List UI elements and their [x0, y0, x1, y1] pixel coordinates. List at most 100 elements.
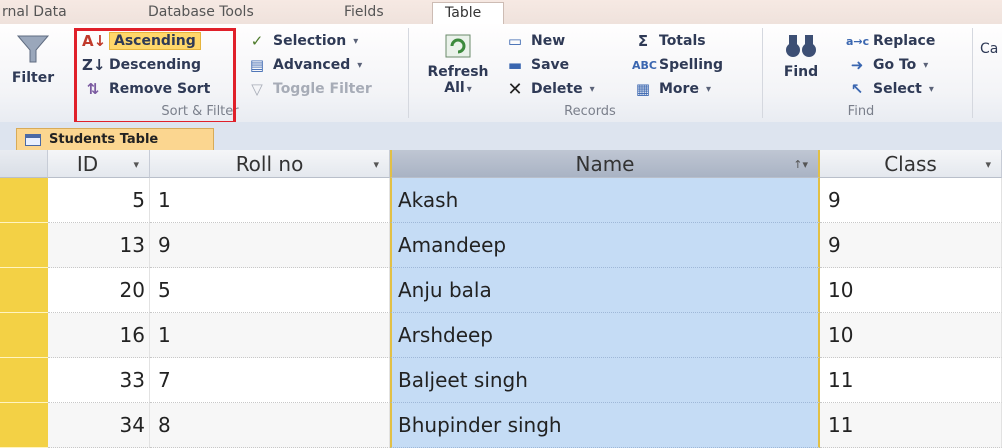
more-label: More — [659, 81, 699, 97]
chevron-down-icon: ▾ — [923, 59, 929, 71]
cell-roll-no[interactable]: 8 — [150, 403, 390, 448]
row-selector[interactable] — [0, 178, 48, 223]
totals-button[interactable]: Σ Totals — [632, 30, 706, 52]
divider — [408, 28, 409, 118]
selection-label: Selection — [273, 33, 347, 49]
delete-button[interactable]: ✕ Delete ▾ — [504, 78, 595, 100]
toggle-filter-button[interactable]: ▽ Toggle Filter — [246, 78, 372, 100]
cut-off-text: Ca — [980, 41, 999, 57]
chevron-down-icon: ▾ — [353, 35, 359, 47]
tab-database-tools[interactable]: Database Tools — [148, 4, 254, 20]
column-header-id[interactable]: ID ▾ — [48, 150, 150, 178]
cell-class[interactable]: 10 — [820, 268, 1002, 313]
chevron-down-icon[interactable]: ▾ — [373, 158, 379, 171]
chevron-down-icon: ▾ — [928, 83, 934, 95]
row-selector[interactable] — [0, 313, 48, 358]
advanced-button[interactable]: ▤ Advanced ▾ — [246, 54, 362, 76]
save-label: Save — [531, 57, 570, 73]
tab-fields[interactable]: Fields — [344, 4, 384, 20]
sigma-icon: Σ — [637, 32, 649, 50]
new-record-icon: ▭ — [507, 32, 523, 50]
chevron-down-icon: ▾ — [466, 84, 472, 95]
cell-name[interactable]: Baljeet singh — [390, 358, 820, 403]
select-label: Select — [873, 81, 922, 97]
cell-class[interactable]: 11 — [820, 403, 1002, 448]
goto-button[interactable]: ➜ Go To ▾ — [846, 54, 929, 76]
more-button[interactable]: ▦ More ▾ — [632, 78, 711, 100]
advanced-label: Advanced — [273, 57, 351, 73]
students-table-tab[interactable]: Students Table — [16, 128, 214, 150]
cell-name[interactable]: Akash — [390, 178, 820, 223]
cell-class[interactable]: 10 — [820, 313, 1002, 358]
selection-filter-icon: ✓ — [250, 32, 264, 50]
chevron-down-icon[interactable]: ▾ — [985, 158, 991, 171]
cell-id[interactable]: 34 — [48, 403, 150, 448]
cell-roll-no[interactable]: 7 — [150, 358, 390, 403]
column-header-label: Class — [884, 151, 937, 176]
find-button[interactable]: Find — [772, 32, 830, 80]
find-label: Find — [783, 64, 819, 80]
spelling-button[interactable]: ABC Spelling — [632, 54, 723, 76]
cell-roll-no[interactable]: 1 — [150, 178, 390, 223]
refresh-label: Refresh — [427, 64, 489, 80]
cell-id[interactable]: 20 — [48, 268, 150, 313]
cell-roll-no[interactable]: 9 — [150, 223, 390, 268]
cell-name[interactable]: Bhupinder singh — [390, 403, 820, 448]
filter-label: Filter — [11, 70, 55, 86]
row-selector[interactable] — [0, 358, 48, 403]
arrow-right-icon: ➜ — [850, 56, 864, 74]
new-record-button[interactable]: ▭ New — [504, 30, 565, 52]
column-header-label: ID — [76, 151, 99, 176]
object-tab-label: Students Table — [49, 132, 159, 147]
cell-name[interactable]: Amandeep — [390, 223, 820, 268]
cell-name[interactable]: Anju bala — [390, 268, 820, 313]
chevron-down-icon[interactable]: ▾ — [133, 158, 139, 171]
refresh-all-button[interactable]: Refresh All ▾ — [420, 32, 496, 96]
cell-class[interactable]: 9 — [820, 178, 1002, 223]
refresh-icon — [445, 34, 471, 58]
column-header-label: Roll no — [235, 151, 304, 176]
replace-button[interactable]: a→c Replace — [846, 30, 935, 52]
spelling-icon: ABC — [632, 58, 657, 72]
sort-ascending-icon[interactable]: ↑▾ — [793, 158, 808, 171]
chevron-down-icon: ▾ — [357, 59, 363, 71]
divider — [972, 28, 973, 118]
cell-name[interactable]: Arshdeep — [390, 313, 820, 358]
cell-id[interactable]: 33 — [48, 358, 150, 403]
cell-id[interactable]: 13 — [48, 223, 150, 268]
column-header-roll[interactable]: Roll no ▾ — [150, 150, 390, 178]
cell-id[interactable]: 5 — [48, 178, 150, 223]
column-header-label: Name — [575, 151, 635, 176]
tab-table[interactable]: Table — [432, 2, 504, 24]
records-group-label: Records — [564, 104, 616, 119]
select-button[interactable]: ↖ Select ▾ — [846, 78, 934, 100]
column-header-class[interactable]: Class ▾ — [820, 150, 1002, 178]
grid-icon: ▦ — [635, 80, 651, 98]
save-button[interactable]: ▬ Save — [504, 54, 569, 76]
cell-class[interactable]: 9 — [820, 223, 1002, 268]
cell-id[interactable]: 16 — [48, 313, 150, 358]
totals-label: Totals — [659, 33, 706, 49]
chevron-down-icon: ▾ — [589, 83, 595, 95]
cell-class[interactable]: 11 — [820, 358, 1002, 403]
cell-roll-no[interactable]: 1 — [150, 313, 390, 358]
find-group-label: Find — [847, 104, 875, 119]
funnel-icon — [16, 35, 50, 63]
row-selector[interactable] — [0, 223, 48, 268]
column-header-name[interactable]: Name ↑▾ — [390, 150, 820, 178]
selection-button[interactable]: ✓ Selection ▾ — [246, 30, 359, 52]
row-selector[interactable] — [0, 268, 48, 313]
chevron-down-icon: ▾ — [705, 83, 711, 95]
binoculars-icon — [786, 35, 816, 57]
delete-label: Delete — [531, 81, 583, 97]
filter-button[interactable]: Filter — [6, 32, 60, 86]
select-all-corner[interactable] — [0, 150, 48, 178]
tab-external-data[interactable]: rnal Data — [2, 4, 67, 20]
row-selector[interactable] — [0, 403, 48, 448]
table-icon — [25, 133, 41, 146]
cell-roll-no[interactable]: 5 — [150, 268, 390, 313]
save-icon: ▬ — [507, 56, 523, 74]
datasheet: ID ▾ Roll no ▾ Name ↑▾ Class ▾ 5 1 Akash 9 13 9 Am… — [0, 150, 1002, 448]
goto-label: Go To — [873, 57, 917, 73]
advanced-filter-icon: ▤ — [249, 56, 265, 74]
